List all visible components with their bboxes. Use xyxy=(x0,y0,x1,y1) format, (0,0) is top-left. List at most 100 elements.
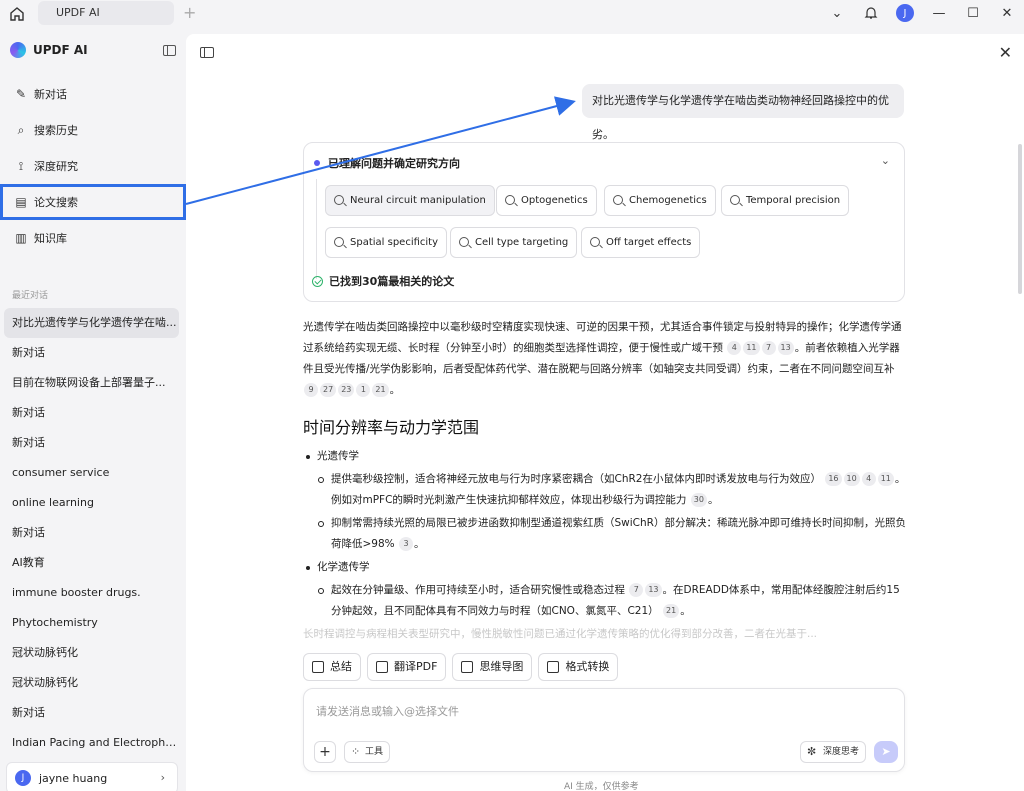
sidebar-item-label: 搜索历史 xyxy=(34,124,78,137)
list-item[interactable]: 新对话 xyxy=(0,518,178,548)
status-dot-icon xyxy=(314,160,320,166)
keyword-chip[interactable]: Spatial specificity xyxy=(325,227,448,258)
format-convert-button[interactable]: 格式转换 xyxy=(538,653,619,681)
keyword-chip[interactable]: Temporal precision xyxy=(721,185,850,216)
maximize-icon[interactable]: ☐ xyxy=(956,0,990,26)
scrollbar[interactable] xyxy=(1018,144,1022,294)
chip-label: Optogenetics xyxy=(521,195,588,206)
citation-badge[interactable]: 4 xyxy=(727,341,742,355)
citation-badge[interactable]: 21 xyxy=(372,383,389,397)
list-item: 起效在分钟量级、作用可持续至小时，适合研究慢性或稳态过程 7 13 。在DREADD… xyxy=(303,580,907,622)
minimize-icon[interactable]: — xyxy=(922,0,956,26)
keyword-chip[interactable]: Off target effects xyxy=(581,227,701,258)
summary-icon xyxy=(312,661,324,673)
home-icon[interactable] xyxy=(8,5,26,23)
list-item: 光遗传学 xyxy=(303,446,907,467)
sidebar-item-label: 论文搜索 xyxy=(34,196,78,209)
toggle-panel-icon[interactable] xyxy=(200,47,214,58)
found-suffix: 篇最相关的论文 xyxy=(377,275,455,288)
translate-pdf-button[interactable]: 翻译PDF xyxy=(367,653,447,681)
list-item[interactable]: 冠状动脉钙化 xyxy=(0,668,178,698)
search-icon xyxy=(334,237,344,247)
list-item[interactable]: 新对话 xyxy=(0,698,178,728)
translate-icon xyxy=(376,661,388,673)
citation-badge[interactable]: 13 xyxy=(645,583,662,597)
brand-name: UPDF AI xyxy=(33,43,88,57)
close-icon[interactable]: ✕ xyxy=(990,0,1024,26)
keyword-chip[interactable]: Neural circuit manipulation xyxy=(325,185,495,216)
message-composer: 请发送消息或输入@选择文件 + 工具 深度思考 ➤ xyxy=(303,688,905,772)
chevron-down-icon[interactable]: ⌄ xyxy=(820,0,854,26)
found-count: 30 xyxy=(362,274,378,288)
list-item[interactable]: 目前在物联网设备上部署量子... xyxy=(0,368,178,398)
sidebar-item-knowledge-base[interactable]: ▥ 知识库 xyxy=(0,220,186,256)
divider xyxy=(316,179,317,279)
citation-badge[interactable]: 11 xyxy=(743,341,760,355)
close-icon[interactable]: ✕ xyxy=(999,43,1012,62)
found-prefix: 已找到 xyxy=(329,275,362,288)
citation-badge[interactable]: 11 xyxy=(877,472,894,486)
mind-map-icon xyxy=(461,661,474,673)
list-item[interactable]: immune booster drugs. xyxy=(0,578,178,608)
search-icon: ⌕ xyxy=(17,122,25,137)
sidebar-item-new-chat[interactable]: ✎ 新对话 xyxy=(0,76,186,112)
answer-list: 光遗传学 提供毫秒级控制，适合将神经元放电与行为时序紧密耦合（如ChR2在小鼠体… xyxy=(303,444,907,622)
plus-icon[interactable]: + xyxy=(183,3,196,22)
citation-badge[interactable]: 9 xyxy=(304,383,318,397)
citation-badge[interactable]: 13 xyxy=(777,341,794,355)
list-item[interactable]: 对比光遗传学与化学遗传学在啮... xyxy=(4,308,179,338)
user-menu[interactable]: J jayne huang › xyxy=(6,762,178,791)
citation-badge[interactable]: 10 xyxy=(843,472,860,486)
tools-button[interactable]: 工具 xyxy=(344,741,391,763)
citation-badge[interactable]: 3 xyxy=(398,537,413,551)
citation-badge[interactable]: 27 xyxy=(320,383,337,397)
list-item[interactable]: 新对话 xyxy=(0,338,178,368)
chip-label: Spatial specificity xyxy=(350,237,439,248)
tab-updf-ai[interactable]: UPDF AI xyxy=(38,1,174,25)
list-item[interactable]: Phytochemistry xyxy=(0,608,178,638)
message-input[interactable]: 请发送消息或输入@选择文件 xyxy=(316,703,459,719)
keyword-chip[interactable]: Cell type targeting xyxy=(450,227,578,258)
search-icon xyxy=(459,237,469,247)
citation-badge[interactable]: 30 xyxy=(690,493,707,507)
list-item[interactable]: consumer service xyxy=(0,458,178,488)
citation-badge[interactable]: 7 xyxy=(629,583,644,597)
citation-badge[interactable]: 1 xyxy=(356,383,371,397)
list-item[interactable]: 新对话 xyxy=(0,428,178,458)
list-item[interactable]: 新对话 xyxy=(0,398,178,428)
list-item[interactable]: AI教育 xyxy=(0,548,178,578)
send-button[interactable]: ➤ xyxy=(874,741,898,763)
avatar[interactable]: J xyxy=(896,4,914,22)
deep-think-toggle[interactable]: 深度思考 xyxy=(800,741,867,763)
sidebar-item-search-history[interactable]: ⌕ 搜索历史 xyxy=(0,112,186,148)
list-item[interactable]: Indian Pacing and Electrophy... xyxy=(0,728,178,758)
summarize-button[interactable]: 总结 xyxy=(303,653,361,681)
faded-text: 长时程调控与病程相关表型研究中，慢性脱敏性问题已通过化学遗传策略的优化得到部分改… xyxy=(303,628,818,640)
chip-label: Chemogenetics xyxy=(629,195,707,206)
list-item[interactable]: online learning xyxy=(0,488,178,518)
add-attachment-button[interactable]: + xyxy=(314,741,336,763)
mind-map-button[interactable]: 思维导图 xyxy=(452,653,533,681)
avatar: J xyxy=(15,770,31,786)
list-item: 提供毫秒级控制，适合将神经元放电与行为时序紧密耦合（如ChR2在小鼠体内即时诱发… xyxy=(303,469,907,511)
citation-badge[interactable]: 16 xyxy=(825,472,842,486)
sidebar-item-paper-search[interactable]: ▤ 论文搜索 xyxy=(0,184,186,220)
sidebar-item-deep-research[interactable]: ⟟ 深度研究 xyxy=(0,148,186,184)
list-item[interactable]: 冠状动脉钙化 xyxy=(0,638,178,668)
citation-badge[interactable]: 23 xyxy=(338,383,355,397)
citation-badge[interactable]: 21 xyxy=(663,604,680,618)
citation-badge[interactable]: 7 xyxy=(761,341,776,355)
user-name: jayne huang xyxy=(39,771,108,785)
keyword-chip[interactable]: Chemogenetics xyxy=(604,185,716,216)
collapse-sidebar-icon[interactable] xyxy=(163,45,176,56)
bell-icon[interactable] xyxy=(854,0,888,26)
keyword-chip[interactable]: Optogenetics xyxy=(496,185,597,216)
button-label: 翻译PDF xyxy=(394,660,438,673)
recent-section-label: 最近对话 xyxy=(12,291,49,301)
recent-list: 对比光遗传学与化学遗传学在啮... 新对话 目前在物联网设备上部署量子... 新… xyxy=(0,308,186,758)
chevron-down-icon[interactable]: ⌄ xyxy=(881,154,890,167)
citation-badge[interactable]: 4 xyxy=(861,472,876,486)
search-icon xyxy=(590,237,600,247)
edit-icon: ✎ xyxy=(15,87,27,101)
chip-label: Temporal precision xyxy=(746,195,841,206)
